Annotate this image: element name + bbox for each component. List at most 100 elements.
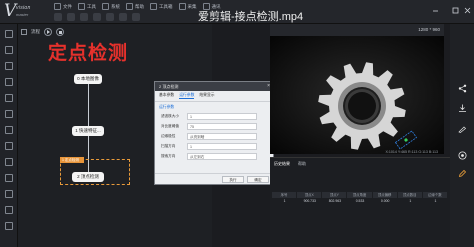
image-viewer[interactable]	[270, 36, 444, 154]
align-icon[interactable]	[5, 110, 13, 118]
menu-label: 工具箱	[159, 3, 173, 9]
defect-icon[interactable]	[5, 158, 13, 166]
undo-button[interactable]	[93, 13, 101, 21]
flow-icon	[21, 29, 27, 35]
recognize-icon[interactable]	[5, 78, 13, 86]
menu-file[interactable]: 文件	[54, 3, 72, 10]
connector-line	[88, 84, 89, 126]
table-cell: 900.733	[303, 199, 316, 203]
logo-line2: master	[16, 12, 29, 17]
play-icon[interactable]	[44, 28, 52, 36]
table-cell: 0.533	[355, 199, 365, 203]
tab-run[interactable]: 运行参数	[179, 93, 195, 99]
video-title: 爱剪辑-接点检测.mp4	[198, 11, 304, 23]
param-row: 扫描方向 1	[155, 141, 273, 151]
param-label: 搜索方向	[161, 153, 176, 158]
menu-help[interactable]: 帮助	[126, 3, 144, 10]
left-tool-rail	[0, 24, 18, 247]
results-panel: 历史结果 帮助 序号 顶点X 顶点Y 顶点角度 顶点偏移 顶点数目 边缘个数 1…	[270, 157, 450, 247]
param-label: 对比度阈值	[161, 123, 179, 128]
tab-result[interactable]: 结果显示	[199, 93, 214, 99]
collect-icon[interactable]	[5, 30, 13, 38]
param-row: 滤波核大小 1	[155, 111, 273, 121]
table-cell: 1	[283, 199, 286, 203]
flow-node-vertex-detect[interactable]: 2 顶点检测	[72, 172, 104, 182]
param-value[interactable]: 从左到右	[187, 152, 257, 160]
stop-icon[interactable]	[56, 28, 64, 36]
param-value[interactable]: 1	[187, 112, 257, 120]
param-row: 搜索方向 从左到右	[155, 151, 273, 161]
calibrate-icon[interactable]	[5, 94, 13, 102]
tab-help[interactable]: 帮助	[298, 161, 306, 167]
run-loop-button[interactable]	[132, 13, 140, 21]
minimize-icon[interactable]	[432, 7, 439, 14]
logo-mark: V	[4, 1, 17, 21]
gear-image	[270, 36, 444, 154]
redo-button[interactable]	[106, 13, 114, 21]
tab-history[interactable]: 历史结果	[274, 161, 290, 167]
menu-system[interactable]: 系统	[102, 3, 120, 10]
menu-toolbox[interactable]: 工具箱	[150, 3, 173, 10]
tab-basic[interactable]: 基本参数	[159, 93, 174, 99]
menu-camera[interactable]: 采集	[178, 3, 197, 10]
param-label: 滤波核大小	[161, 113, 179, 118]
dialog-title: 2 顶点检测	[155, 82, 273, 91]
color-icon[interactable]	[5, 142, 13, 150]
logo-line1: vision	[16, 5, 31, 11]
brush-icon[interactable]	[458, 124, 467, 133]
menu-label: 采集	[187, 3, 197, 9]
file-icon	[54, 3, 61, 10]
param-label: 边缘极性	[161, 133, 176, 138]
table-cell: 802.963	[328, 199, 341, 203]
record-icon[interactable]	[458, 151, 467, 160]
param-value[interactable]: 从亮到暗	[187, 132, 257, 140]
more-tools-icon[interactable]	[5, 222, 13, 230]
deep-learning-icon[interactable]	[5, 206, 13, 214]
viewer-toolbar: 1280 * 960	[270, 24, 444, 36]
confirm-button[interactable]: 确定	[247, 176, 269, 183]
menu-tool[interactable]: 工具	[78, 3, 96, 10]
table-cell: 0.000	[380, 199, 390, 203]
main-menu: 文件 工具 系统 帮助 工具箱 采集 通讯	[54, 3, 221, 10]
help-icon	[126, 3, 133, 10]
logic-icon[interactable]	[5, 174, 13, 182]
comm-tool-icon[interactable]	[5, 190, 13, 198]
app-logo: V vision master	[4, 1, 48, 21]
quick-toolbar	[54, 13, 140, 21]
param-label: 扫描方向	[161, 143, 176, 148]
locate-icon[interactable]	[5, 46, 13, 54]
dialog-footer: 执行 确定	[155, 173, 273, 184]
menu-label: 工具	[87, 3, 96, 9]
menu-label: 系统	[111, 3, 120, 9]
canvas-label: 流程	[31, 29, 40, 34]
table-row[interactable]: 1 900.733 802.963 0.533 0.000 1 1	[272, 198, 448, 204]
canvas-toolbar: 流程	[18, 26, 212, 38]
save-button[interactable]	[80, 13, 88, 21]
run-once-button[interactable]	[119, 13, 127, 21]
pen-icon[interactable]	[458, 169, 467, 178]
maximize-icon[interactable]	[452, 7, 459, 14]
param-value[interactable]: 1	[187, 142, 257, 150]
section-title: 运行参数	[159, 105, 175, 109]
results-table: 序号 顶点X 顶点Y 顶点角度 顶点偏移 顶点数目 边缘个数 1 900.733…	[272, 192, 448, 204]
param-value[interactable]: 75	[187, 122, 257, 130]
right-share-rail	[450, 24, 474, 247]
execute-button[interactable]: 执行	[222, 176, 244, 183]
dialog-tabs: 基本参数 运行参数 结果显示	[155, 91, 273, 102]
system-icon	[102, 3, 109, 10]
open-button[interactable]	[67, 13, 75, 21]
toolbox-icon	[150, 3, 157, 10]
overlay-title: 定点检测	[48, 43, 129, 64]
new-button[interactable]	[54, 13, 62, 21]
flow-node-local-image[interactable]: 0 本地图像	[74, 74, 102, 84]
param-row: 对比度阈值 75	[155, 121, 273, 131]
download-icon[interactable]	[458, 104, 467, 113]
table-cell: 1	[409, 199, 412, 203]
measure-icon[interactable]	[5, 62, 13, 70]
flow-node-feature-match[interactable]: 1 快速特征...	[72, 126, 104, 136]
share-icon[interactable]	[458, 84, 467, 93]
image-process-icon[interactable]	[5, 126, 13, 134]
close-icon[interactable]	[464, 7, 471, 14]
results-tabs: 历史结果 帮助	[270, 158, 450, 170]
camera-icon	[178, 3, 186, 10]
